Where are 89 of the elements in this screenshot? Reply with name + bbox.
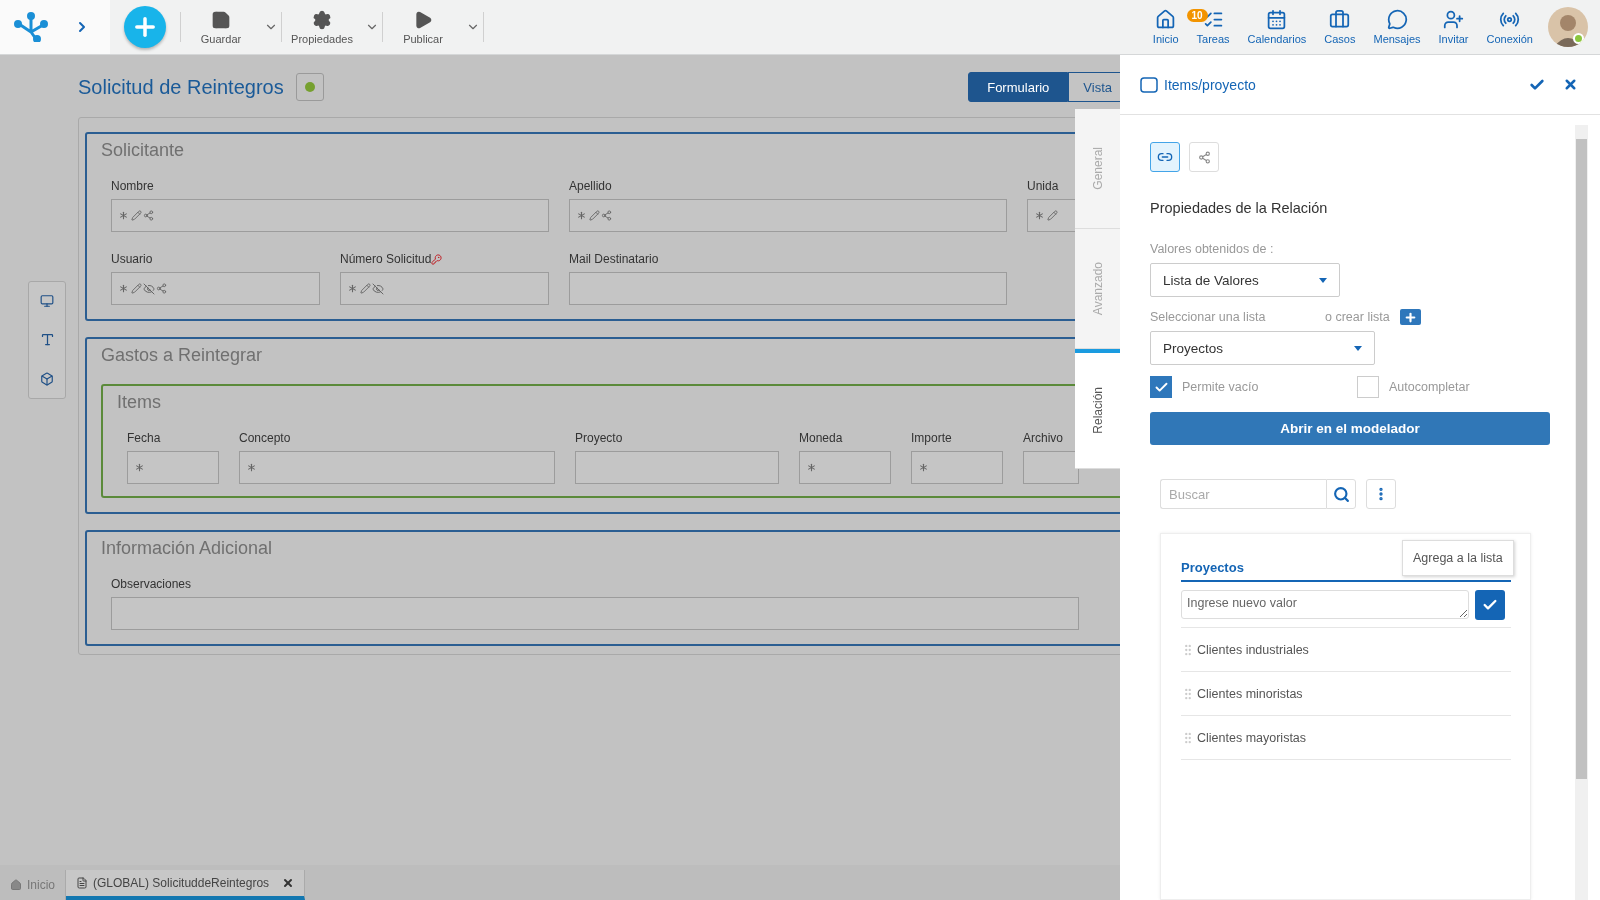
input-field[interactable] (340, 272, 549, 305)
column-label: Importe (911, 431, 953, 445)
view-tab[interactable]: Vista (1068, 72, 1120, 102)
connection-icon (1499, 9, 1521, 30)
close-icon (1563, 77, 1578, 92)
field-label: Número Solicitud (340, 252, 549, 266)
input-field[interactable] (569, 272, 1007, 305)
more-menu-button[interactable] (1366, 479, 1396, 509)
logo[interactable] (14, 12, 48, 42)
close-button[interactable] (1563, 77, 1578, 92)
toolbar-button[interactable]: Publicar (383, 3, 463, 51)
input-field[interactable] (127, 451, 219, 484)
nodes-icon (1197, 150, 1211, 164)
section-title: Gastos a Reintegrar (101, 345, 264, 366)
field-label: Observaciones (111, 577, 193, 591)
side-tab[interactable]: Relación (1075, 349, 1120, 469)
field-label: Nombre (111, 179, 155, 193)
new-value-field[interactable]: Ingrese nuevo valor (1181, 590, 1469, 619)
input-field[interactable] (111, 597, 1079, 630)
view-tab[interactable]: Formulario (968, 72, 1069, 102)
calendar-icon (1266, 9, 1288, 30)
open-modeler-button[interactable]: Abrir en el modelador (1150, 412, 1550, 445)
input-field[interactable] (111, 199, 549, 232)
search-field[interactable]: Buscar (1160, 479, 1326, 509)
input-field[interactable] (569, 199, 1007, 232)
list-select[interactable]: Proyectos (1150, 331, 1375, 365)
plus-icon (1403, 310, 1417, 324)
status-button[interactable] (295, 73, 324, 101)
field-label: Mail Destinatario (569, 252, 660, 266)
gear-icon (312, 9, 332, 30)
input-field[interactable] (911, 451, 1003, 484)
link-tab[interactable] (1150, 142, 1180, 172)
source-select[interactable]: Lista de Valores (1150, 263, 1340, 297)
input-field[interactable] (239, 451, 555, 484)
column-label: Moneda (799, 431, 844, 445)
create-list-button[interactable] (1399, 309, 1421, 325)
toolbar-button[interactable]: Propiedades (282, 3, 362, 51)
field-label: Seleccionar una lista (1150, 310, 1267, 324)
search-button[interactable] (1326, 479, 1356, 509)
add-button[interactable] (124, 6, 166, 48)
field-label: Usuario (111, 252, 154, 266)
field-label: Apellido (569, 179, 613, 193)
count-badge: 10 (1186, 9, 1208, 22)
status-dot (304, 82, 315, 92)
tooltip: Agrega a la lista (1402, 540, 1514, 576)
checkbox-option[interactable]: Permite vacío (1150, 376, 1357, 398)
scrollbar[interactable] (1575, 125, 1588, 900)
nav-button[interactable]: Inicio (1146, 3, 1185, 51)
field-label: o crear lista (1325, 310, 1390, 324)
invite-icon (1443, 9, 1465, 30)
checkbox-option[interactable]: Autocompletar (1357, 376, 1564, 398)
list-item[interactable]: Clientes industriales (1197, 642, 1309, 657)
checkbox[interactable] (1357, 376, 1379, 398)
search-icon (1332, 485, 1350, 503)
column-label: Proyecto (575, 431, 624, 445)
column-label: Concepto (239, 431, 292, 445)
messages-icon (1386, 9, 1408, 30)
column-label: Fecha (127, 431, 162, 445)
play-icon (413, 9, 433, 30)
input-field[interactable] (1023, 451, 1079, 484)
column-label: Archivo (1023, 431, 1064, 445)
panel-title: Items/proyecto (1164, 76, 1256, 93)
nav-button[interactable]: Conexión (1480, 3, 1539, 51)
nodes-tab[interactable] (1189, 142, 1219, 172)
field-label: Valores obtenidos de : (1150, 242, 1275, 256)
checkbox[interactable] (1150, 376, 1172, 398)
document-tab[interactable]: (GLOBAL) SolicituddeReintegros (66, 870, 306, 900)
nav-button[interactable]: Invitar (1432, 3, 1475, 51)
form-title: Solicitud de Reintegros (78, 75, 284, 99)
input-field[interactable] (799, 451, 891, 484)
field-label: Unida (1027, 179, 1060, 193)
list-item[interactable]: Clientes minoristas (1197, 686, 1303, 701)
nav-button[interactable]: Mensajes (1367, 3, 1427, 51)
add-value-button[interactable] (1475, 590, 1505, 620)
input-field[interactable] (575, 451, 779, 484)
close-icon[interactable] (282, 877, 295, 889)
toolbar-button[interactable]: Guardar (181, 3, 261, 51)
section-title: Información Adicional (101, 538, 274, 559)
home-icon (1155, 9, 1177, 30)
cases-icon (1329, 9, 1351, 30)
checkbox-icon (1140, 76, 1158, 93)
home-icon (10, 879, 22, 891)
section-heading: Propiedades de la Relación (1150, 200, 1329, 216)
input-field[interactable] (111, 272, 320, 305)
nav-button[interactable]: Casos (1318, 3, 1362, 51)
document-icon (76, 877, 88, 889)
nav-button[interactable]: Calendarios (1241, 3, 1313, 51)
list-item[interactable]: Clientes mayoristas (1197, 730, 1307, 745)
avatar[interactable] (1548, 7, 1588, 47)
